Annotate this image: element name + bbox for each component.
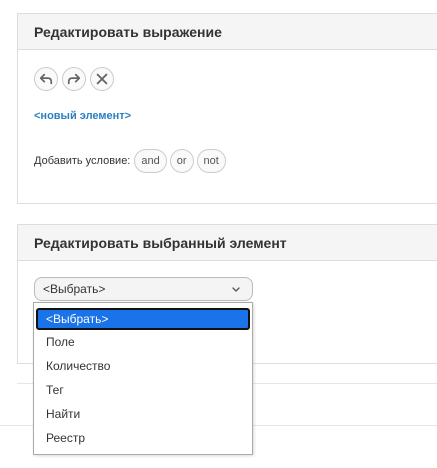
panel-title: Редактировать выражение <box>18 14 437 50</box>
redo-icon <box>67 73 81 85</box>
option-select[interactable]: <Выбрать> <box>36 308 250 330</box>
option-registry[interactable]: Реестр <box>36 426 250 450</box>
element-type-dropdown: <Выбрать> Поле Количество Тег Найти Реес… <box>33 302 253 455</box>
option-tag[interactable]: Тег <box>36 378 250 402</box>
edit-expression-panel: Редактировать выражение <новый элемент> … <box>17 13 437 204</box>
option-find[interactable]: Найти <box>36 402 250 426</box>
editor-stage: Редактировать выражение <новый элемент> … <box>0 0 437 468</box>
option-field[interactable]: Поле <box>36 330 250 354</box>
clear-icon <box>96 73 108 85</box>
or-button[interactable]: or <box>169 149 194 173</box>
panel-title: Редактировать выбранный элемент <box>18 225 437 261</box>
undo-button[interactable] <box>34 67 58 91</box>
option-count[interactable]: Количество <box>36 354 250 378</box>
new-element-link[interactable]: <новый элемент> <box>34 110 131 122</box>
not-button[interactable]: not <box>196 149 226 173</box>
redo-button[interactable] <box>62 67 86 91</box>
element-type-select[interactable]: <Выбрать> <box>34 277 253 301</box>
and-button[interactable]: and <box>134 149 167 173</box>
expression-toolbar <box>34 67 114 91</box>
add-condition-label: Добавить условие: <box>34 155 131 167</box>
chevron-down-icon <box>232 287 240 292</box>
undo-icon <box>39 73 53 85</box>
select-value: <Выбрать> <box>43 282 106 296</box>
add-condition-row: Добавить условие: and or not <box>34 149 226 173</box>
clear-button[interactable] <box>90 67 114 91</box>
